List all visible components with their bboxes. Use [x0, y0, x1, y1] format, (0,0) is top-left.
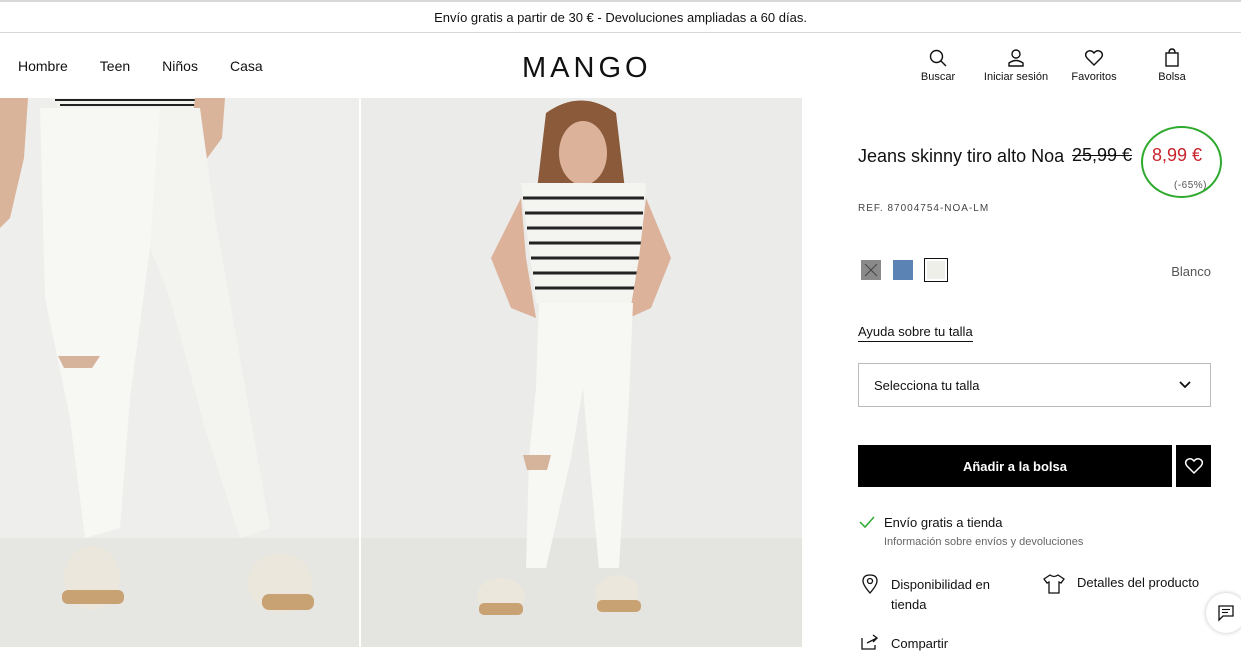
unavailable-cross-icon — [864, 263, 878, 277]
store-availability-link[interactable]: Disponibilidad en tienda — [891, 575, 1021, 615]
size-select-placeholder: Selecciona tu talla — [874, 377, 980, 393]
chat-button[interactable] — [1206, 593, 1241, 633]
bag-icon — [1165, 48, 1179, 67]
site-header: Hombre Teen Niños Casa MANGO Buscar Inic… — [0, 33, 1241, 98]
nav-item-casa[interactable]: Casa — [230, 58, 263, 74]
color-swatch-blue[interactable] — [893, 260, 913, 280]
search-button[interactable]: Buscar — [899, 48, 977, 83]
shirt-icon — [1043, 574, 1065, 594]
nav-item-ninos[interactable]: Niños — [162, 58, 198, 74]
search-icon — [929, 49, 947, 67]
favorites-button[interactable]: Favoritos — [1055, 48, 1133, 83]
product-image-2[interactable] — [361, 98, 802, 647]
bag-button[interactable]: Bolsa — [1133, 48, 1211, 83]
promo-banner-text: Envío gratis a partir de 30 € - Devoluci… — [434, 9, 807, 25]
product-title: Jeans skinny tiro alto Noa — [858, 146, 1065, 166]
share-icon — [861, 634, 879, 650]
add-to-favorites-button[interactable] — [1176, 445, 1211, 487]
price-highlight-circle — [1141, 126, 1222, 198]
location-pin-icon — [862, 574, 878, 594]
add-to-bag-button[interactable]: Añadir a la bolsa — [858, 445, 1172, 487]
user-icon — [1008, 49, 1024, 67]
nav-item-hombre[interactable]: Hombre — [18, 58, 68, 74]
product-reference: REF. 87004754-NOA-LM — [858, 203, 990, 214]
search-label: Buscar — [920, 71, 956, 83]
chevron-down-icon — [1179, 381, 1191, 389]
jeans-closeup-illustration — [0, 98, 359, 647]
favorites-label: Favoritos — [1071, 71, 1117, 83]
add-to-bag-label: Añadir a la bolsa — [962, 458, 1068, 474]
heart-icon — [1184, 458, 1203, 475]
selected-color-name: Blanco — [1171, 264, 1211, 279]
color-swatch-grey[interactable] — [861, 260, 881, 280]
header-tools: Buscar Iniciar sesión Favoritos Bolsa — [899, 33, 1211, 98]
shipping-info-link[interactable]: Información sobre envíos y devoluciones — [884, 536, 1083, 548]
color-swatch-white[interactable] — [924, 258, 948, 282]
model-full-illustration — [361, 100, 802, 647]
chat-icon — [1218, 605, 1234, 622]
share-link[interactable]: Compartir — [891, 636, 948, 651]
original-price: 25,99 € — [1072, 145, 1133, 165]
login-button[interactable]: Iniciar sesión — [977, 48, 1055, 83]
size-help-link[interactable]: Ayuda sobre tu talla — [858, 324, 973, 342]
heart-icon — [1084, 50, 1104, 66]
main-nav: Hombre Teen Niños Casa — [18, 33, 263, 98]
check-icon — [859, 516, 875, 529]
color-swatch-white-fill — [927, 261, 945, 279]
size-select[interactable]: Selecciona tu talla — [858, 363, 1211, 407]
bag-label: Bolsa — [1158, 71, 1186, 83]
nav-item-teen[interactable]: Teen — [100, 58, 130, 74]
product-image-1[interactable] — [0, 98, 359, 647]
product-details-link[interactable]: Detalles del producto — [1077, 575, 1199, 590]
promo-banner: Envío gratis a partir de 30 € - Devoluci… — [0, 0, 1241, 33]
login-label: Iniciar sesión — [983, 71, 1049, 83]
shipping-title: Envío gratis a tienda — [884, 515, 1003, 530]
mango-logo[interactable]: MANGO — [522, 52, 652, 85]
